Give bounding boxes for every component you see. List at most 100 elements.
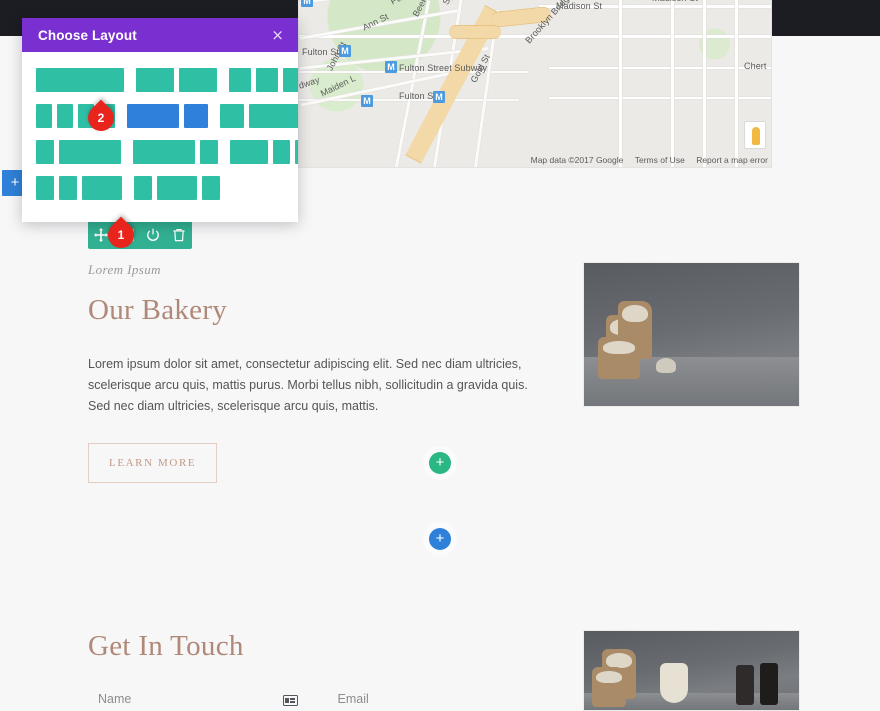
map-road — [619, 0, 622, 167]
layout-column-segment — [36, 68, 124, 92]
layout-column-segment — [59, 140, 121, 164]
map-label: Ann St — [360, 11, 391, 33]
layout-1-2-1-4-1-4[interactable] — [230, 140, 298, 164]
spice-jar — [736, 665, 754, 705]
map-terms-link[interactable]: Terms of Use — [635, 155, 685, 165]
trash-icon[interactable] — [172, 228, 186, 242]
layout-1-4-1-4-1-2[interactable] — [36, 176, 122, 200]
bakery-ingredients-photo — [583, 630, 800, 711]
map-data-text: Map data ©2017 Google — [530, 155, 624, 165]
name-field-label: Name — [98, 692, 132, 706]
layout-column-segment — [133, 140, 195, 164]
layout-column-segment — [229, 68, 251, 92]
street-view-pegman[interactable] — [744, 121, 766, 149]
google-map-module[interactable]: New York City Park Pl orth Building Broo… — [298, 0, 772, 168]
layout-column-segment — [249, 104, 298, 128]
map-label: Fulton St — [399, 91, 436, 101]
layout-column-segment — [283, 68, 298, 92]
bridge-ramp-loop — [449, 25, 501, 39]
subway-station-icon: M — [385, 61, 397, 73]
map-attribution: Map data ©2017 Google Terms of Use Repor… — [522, 155, 768, 165]
layout-row — [36, 68, 298, 92]
layout-column-segment — [256, 68, 278, 92]
contact-title: Get In Touch — [88, 630, 244, 662]
badge-number: 2 — [97, 111, 105, 125]
contact-fields-row: Name Email — [88, 687, 545, 711]
layout-column-segment — [136, 68, 174, 92]
ceramic-jug — [660, 663, 688, 703]
flour-sacks-photo — [583, 262, 800, 407]
layout-3-4-1-4[interactable] — [133, 140, 218, 164]
layout-column-segment — [273, 140, 290, 164]
bakery-eyebrow: Lorem Ipsum — [88, 262, 161, 277]
email-field[interactable]: Email — [328, 687, 546, 711]
bakery-section: Lorem Ipsum Our Bakery Lorem ipsum dolor… — [88, 262, 800, 483]
bakery-paragraph: Lorem ipsum dolor sit amet, consectetur … — [88, 357, 528, 413]
layout-2-col[interactable] — [136, 68, 217, 92]
contact-section: Get In Touch Name Email — [88, 630, 800, 711]
map-label: Madison St — [652, 0, 698, 3]
learn-more-button[interactable]: LEARN MORE — [88, 443, 218, 483]
map-road — [549, 67, 771, 69]
layout-column-segment — [200, 140, 218, 164]
email-field-label: Email — [337, 692, 369, 706]
layout-column-segment — [36, 104, 52, 128]
move-icon[interactable] — [94, 228, 108, 242]
layout-1-4-1-2-1-4[interactable] — [134, 176, 220, 200]
map-road — [549, 97, 771, 99]
layout-column-segment — [157, 176, 197, 200]
layout-column-segment — [295, 140, 298, 164]
layout-column-segment — [179, 68, 217, 92]
layout-1-3-2-3[interactable] — [220, 104, 298, 128]
layout-3-col[interactable] — [229, 68, 298, 92]
layout-1-col[interactable] — [36, 68, 124, 92]
layout-column-segment — [59, 176, 77, 200]
layout-column-segment — [230, 140, 268, 164]
contact-card-icon — [282, 695, 298, 706]
layout-column-segment — [202, 176, 220, 200]
power-icon[interactable] — [146, 228, 160, 242]
layout-options-grid[interactable] — [36, 68, 298, 200]
map-road — [735, 0, 738, 167]
choose-layout-modal[interactable]: Choose Layout × — [22, 18, 298, 222]
modal-header: Choose Layout × — [22, 18, 298, 52]
map-label: dway — [298, 74, 321, 91]
add-row-button[interactable]: + — [429, 528, 451, 550]
name-field[interactable]: Name — [88, 687, 306, 711]
layout-column-segment — [220, 104, 244, 128]
subway-station-icon: M — [339, 45, 351, 57]
layout-column-segment — [36, 140, 54, 164]
layout-column-segment — [82, 176, 122, 200]
layout-column-segment — [134, 176, 152, 200]
layout-column-segment — [57, 104, 73, 128]
step-badge-2: 2 — [82, 99, 122, 137]
bakery-image-column — [583, 262, 800, 407]
spice-jar — [760, 663, 778, 705]
subway-station-icon: M — [361, 95, 373, 107]
layout-row — [36, 140, 298, 164]
page-title: Our Bakery — [88, 294, 228, 326]
layout-column-segment — [127, 104, 179, 128]
modal-title: Choose Layout — [38, 27, 137, 43]
layout-row — [36, 176, 284, 200]
close-icon[interactable]: × — [271, 27, 284, 43]
layout-column-segment — [36, 176, 54, 200]
bakery-text-column: Lorem Ipsum Our Bakery Lorem ipsum dolor… — [88, 262, 543, 483]
layout-2-3-1-3[interactable] — [127, 104, 208, 128]
layout-1-4-3-4[interactable] — [36, 140, 121, 164]
layout-row — [36, 104, 298, 128]
map-label: Spruce St — [441, 0, 469, 6]
page-root: New York City Park Pl orth Building Broo… — [0, 0, 880, 711]
modal-body — [22, 52, 298, 222]
layout-column-segment — [184, 104, 208, 128]
map-report-link[interactable]: Report a map error — [696, 155, 768, 165]
flour-sack — [598, 337, 640, 379]
flour-sack — [592, 667, 626, 707]
flour-scoop — [656, 358, 676, 373]
contact-form-column: Get In Touch Name Email — [88, 630, 545, 711]
map-canvas: New York City Park Pl orth Building Broo… — [299, 0, 771, 167]
step-badge-1: 1 — [102, 216, 142, 254]
map-label: Chert — [744, 61, 767, 71]
add-module-button[interactable]: + — [429, 452, 451, 474]
map-road — [671, 0, 674, 167]
